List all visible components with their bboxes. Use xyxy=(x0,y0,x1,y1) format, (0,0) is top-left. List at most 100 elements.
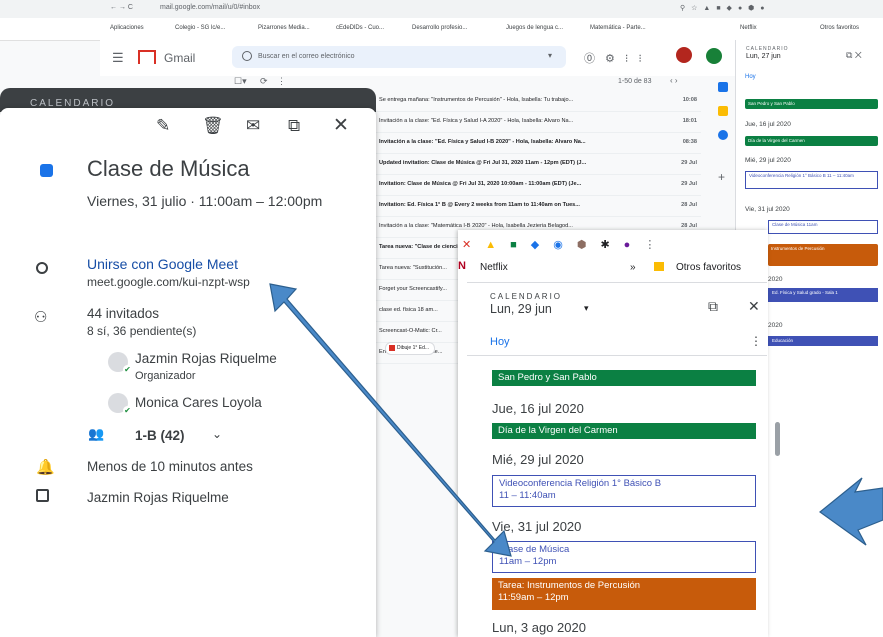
meet-url[interactable]: meet.google.com/kui-nzpt-wsp xyxy=(87,275,250,289)
bookmark-item[interactable]: Netflix xyxy=(740,25,757,31)
account-logo[interactable] xyxy=(676,47,692,63)
bookmark-item[interactable]: Otros favoritos xyxy=(820,25,859,31)
bookmark-netflix[interactable]: Netflix xyxy=(480,262,508,273)
side-calendar-date[interactable]: Lun, 27 jun xyxy=(746,53,781,60)
close-icon[interactable]: ✕ xyxy=(333,114,349,137)
header-icons[interactable]: ⓪⚙⁝⁝ xyxy=(584,50,652,66)
accepted-check-icon: ✔ xyxy=(123,365,132,374)
bookmark-item[interactable]: Colegio - SG lc/e... xyxy=(175,25,225,31)
avatar[interactable] xyxy=(706,48,722,64)
pagination-arrows[interactable]: ‹ › xyxy=(670,76,678,85)
email-subject: Invitación a la clase: "Ed. Física y Sal… xyxy=(379,139,586,145)
holiday-event[interactable]: Día de la Virgen del Carmen xyxy=(492,423,756,439)
open-in-new-icon[interactable]: ⧉ xyxy=(708,298,718,315)
organizer-name[interactable]: Jazmin Rojas Riquelme xyxy=(135,351,277,366)
side-event[interactable]: Instrumentos de Percusión xyxy=(768,244,878,266)
avatar: ✔ xyxy=(108,352,132,374)
refresh-icon[interactable]: ⟳ xyxy=(260,76,268,87)
side-day-heading: Vie, 31 jul 2020 xyxy=(745,206,790,213)
attachment-chip[interactable]: Dibuje 1° Ed... xyxy=(385,342,435,355)
email-icon[interactable]: ✉ xyxy=(246,116,260,136)
nav-arrows[interactable]: ← → C xyxy=(110,4,133,11)
bookmark-item[interactable]: Pizarrones Media... xyxy=(258,25,310,31)
side-event[interactable]: Educación xyxy=(768,336,878,346)
calendar-owner: Jazmin Rojas Riquelme xyxy=(87,490,229,505)
open-in-new-icon[interactable]: ⧉ xyxy=(288,116,300,136)
extension-icons[interactable]: ✕▲■◆◉⬢✱●⋮ xyxy=(462,238,669,251)
email-subject: Invitation: Ed. Física 1° B @ Every 2 we… xyxy=(379,202,580,208)
side-day-heading: 2020 xyxy=(768,322,783,329)
email-date: 29 Jul xyxy=(681,181,697,187)
event-datetime: Viernes, 31 julio · 11:00am – 12:00pm xyxy=(87,193,323,209)
email-subject: Invitación a la clase: "Ed. Física y Sal… xyxy=(379,118,574,124)
email-row[interactable]: Updated invitation: Clase de Música @ Fr… xyxy=(376,153,701,175)
edit-icon[interactable]: ✎ xyxy=(156,116,170,136)
email-row[interactable]: Invitation: Clase de Música @ Fri Jul 31… xyxy=(376,174,701,196)
pdf-icon xyxy=(389,344,395,351)
address-bar[interactable]: ← → C mail.google.com/mail/u/0/#inbox ⚲☆… xyxy=(0,0,883,18)
guest-count: 44 invitados xyxy=(87,306,160,321)
side-hoy-button[interactable]: Hoy xyxy=(745,74,756,80)
chevron-down-icon[interactable]: ▾ xyxy=(584,303,589,314)
side-event[interactable]: Ed. Física y Salud grado - Sala 1 xyxy=(768,288,878,302)
bookmark-item[interactable]: Aplicaciones xyxy=(110,25,144,31)
zoom-calendar-date[interactable]: Lun, 29 jun xyxy=(490,302,552,316)
guest-status: 8 sí, 36 pendiente(s) xyxy=(87,324,197,338)
email-date: 28 Jul xyxy=(681,202,697,208)
email-subject: Invitation: Clase de Música @ Fri Jul 31… xyxy=(379,181,582,187)
tasks-app-icon[interactable] xyxy=(718,130,728,140)
keep-app-icon[interactable] xyxy=(718,106,728,116)
event-clase-musica[interactable]: Clase de Música 11am – 12pm xyxy=(492,541,756,573)
guest-name[interactable]: Monica Cares Loyola xyxy=(135,395,262,410)
scrollbar[interactable] xyxy=(775,422,780,456)
holiday-event[interactable]: San Pedro y San Pablo xyxy=(492,370,756,386)
attachment-name: Dibuje 1° Ed... xyxy=(397,345,430,351)
email-subject: Se entrega mañana: "Instrumentos de Perc… xyxy=(379,97,574,103)
search-placeholder: Buscar en el correo electrónico xyxy=(258,53,355,60)
more-bookmarks-icon[interactable]: » xyxy=(630,262,636,273)
side-event[interactable]: Día de la Virgen del Carmen xyxy=(745,136,878,146)
chevron-down-icon[interactable]: ⌄ xyxy=(212,427,222,441)
search-options-icon[interactable]: ▾ xyxy=(548,51,552,60)
bookmarks-bar: Aplicaciones Colegio - SG lc/e... Pizarr… xyxy=(0,18,883,41)
delete-icon[interactable]: 🗑 xyxy=(202,116,224,136)
email-row[interactable]: Se entrega mañana: "Instrumentos de Perc… xyxy=(376,90,701,112)
guest-group[interactable]: 1-B (42) xyxy=(135,428,185,443)
side-event[interactable]: Videoconferencia Religión 1° Básico B 11… xyxy=(745,171,878,189)
address-text[interactable]: mail.google.com/mail/u/0/#inbox xyxy=(160,4,260,11)
side-event[interactable]: Clase de Música 11am xyxy=(768,220,878,234)
gmail-logo-text[interactable]: Gmail xyxy=(164,51,195,65)
group-icon: 👥 xyxy=(88,426,105,441)
event-task[interactable]: Tarea: Instrumentos de Percusión 11:59am… xyxy=(492,578,756,610)
email-row[interactable]: Invitación a la clase: "Ed. Física y Sal… xyxy=(376,111,701,133)
event-videoconference[interactable]: Videoconferencia Religión 1° Básico B 11… xyxy=(492,475,756,507)
search-input[interactable]: Buscar en el correo electrónico xyxy=(232,46,566,68)
email-date: 10:08 xyxy=(682,97,697,103)
extension-icons[interactable]: ⚲☆▲■◆●⬢● xyxy=(680,4,771,12)
pagination: 1-50 de 83 xyxy=(618,78,652,85)
open-new-icon[interactable]: ⧉ ✕ xyxy=(846,50,862,61)
select-checkbox[interactable]: ☐▾ xyxy=(234,76,247,87)
more-icon[interactable]: ⋮ xyxy=(277,76,286,87)
close-icon[interactable]: ✕ xyxy=(748,298,760,315)
more-icon[interactable]: ⋮ xyxy=(750,334,762,348)
hoy-button[interactable]: Hoy xyxy=(490,336,510,348)
bookmark-item[interactable]: Desarrollo profesio... xyxy=(412,25,467,31)
email-row[interactable]: Invitación a la clase: "Ed. Física y Sal… xyxy=(376,132,701,154)
join-meet-link[interactable]: Unirse con Google Meet xyxy=(87,256,238,272)
organizer-role: Organizador xyxy=(135,370,196,382)
calendar-app-icon[interactable] xyxy=(718,82,728,92)
event-color-icon xyxy=(40,164,53,177)
bookmark-item[interactable]: Juegos de lengua c... xyxy=(506,25,563,31)
email-row[interactable]: Invitation: Ed. Física 1° B @ Every 2 we… xyxy=(376,195,701,217)
add-addon-icon[interactable]: + xyxy=(718,170,725,184)
gmail-logo-icon[interactable] xyxy=(138,50,156,64)
menu-icon[interactable]: ☰ xyxy=(112,50,124,66)
email-date: 28 Jul xyxy=(681,223,697,229)
netflix-icon[interactable]: N xyxy=(458,260,466,272)
side-event[interactable]: San Pedro y San Pablo xyxy=(745,99,878,109)
bookmark-item[interactable]: cEdeDlDs - Cuo... xyxy=(336,25,384,31)
bookmark-other[interactable]: Otros favoritos xyxy=(676,262,741,273)
bookmark-item[interactable]: Matemática - Parte... xyxy=(590,25,646,31)
email-subject: Invitación a la clase: "Matemática I-B 2… xyxy=(379,223,573,229)
